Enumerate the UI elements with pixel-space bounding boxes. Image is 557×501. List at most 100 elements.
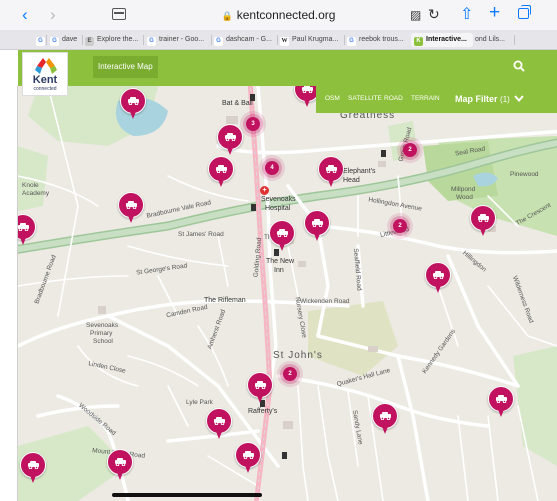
bus-stop-icon (250, 94, 255, 101)
car-icon (243, 451, 254, 459)
kent-logo-mark-icon (35, 58, 57, 74)
car-icon (128, 97, 139, 105)
reader-icon[interactable]: ▨ (410, 8, 421, 22)
car-icon (496, 395, 507, 403)
tab-label: Explore the... (97, 36, 139, 43)
map-label: School (93, 338, 113, 345)
tab-overview-icon[interactable] (518, 5, 531, 19)
map-pin[interactable] (372, 403, 398, 437)
map-label: Inn (274, 267, 284, 274)
logo-word: Kent (32, 74, 58, 86)
map-pin[interactable] (217, 124, 243, 158)
map-pin[interactable] (120, 88, 146, 122)
tab-label: Paul Krugma... (292, 36, 339, 43)
page-title[interactable]: Interactive Map (93, 56, 158, 78)
car-icon (277, 229, 288, 237)
tab-bar: G Gdave E Explore the... Gtrainer - Goo..… (0, 30, 557, 50)
reload-icon[interactable]: ↻ (428, 6, 440, 23)
layer-osm-button[interactable]: OSM (325, 95, 340, 102)
map-pin[interactable] (488, 386, 514, 420)
bus-stop-icon (381, 150, 386, 157)
map-pin[interactable] (118, 192, 144, 226)
map-pin[interactable] (269, 220, 295, 254)
map-pin[interactable] (20, 452, 46, 486)
map-pin[interactable] (107, 449, 133, 483)
cluster-marker[interactable]: 2 (283, 367, 297, 381)
tab-4[interactable]: Gdashcam - G... (214, 33, 274, 47)
map-label: Sevenoaks (86, 322, 119, 329)
tab-8[interactable]: ond Lils... (475, 33, 513, 47)
map-pin[interactable] (425, 262, 451, 296)
map-filter-label: Map Filter (455, 94, 498, 104)
map-pin[interactable] (18, 214, 36, 248)
map-label: Hospital (265, 205, 291, 212)
tab-label: dashcam - G... (226, 36, 272, 43)
browser-toolbar: ‹ › 🔒 kentconnected.org ▨ ↻ ⇧ + (0, 0, 557, 30)
layer-terrain-button[interactable]: TERRAIN (411, 95, 440, 102)
map-label: Primary (90, 330, 113, 337)
map-filter-button[interactable]: Map Filter (1) (455, 94, 525, 104)
car-icon (216, 165, 227, 173)
map-pin[interactable] (470, 205, 496, 239)
bus-stop-icon (282, 452, 287, 459)
layer-satellite-button[interactable]: SATELLITE (348, 95, 382, 102)
cluster-marker[interactable]: 3 (246, 117, 260, 131)
car-icon (28, 461, 39, 469)
map-pin[interactable] (235, 442, 261, 476)
cluster-marker[interactable]: 4 (265, 161, 279, 175)
tab-3[interactable]: Gtrainer - Goo... (147, 33, 210, 47)
car-icon (326, 165, 337, 173)
chevron-down-icon (514, 95, 525, 103)
map-canvas[interactable]: Bat & Ball Greatness Elephant's Head Sea… (18, 86, 557, 501)
map-label: Rafferty's (248, 408, 278, 415)
hospital-icon: + (260, 186, 269, 195)
map-label: St James' Road (178, 231, 224, 238)
car-icon (433, 271, 444, 279)
map-pin[interactable] (208, 156, 234, 190)
kent-connected-logo[interactable]: Kent connected (22, 52, 68, 96)
tab-label: Interactive... (426, 36, 467, 43)
tab-7-active[interactable]: K Interactive... (411, 33, 473, 47)
map-pin[interactable] (318, 156, 344, 190)
map-label: St John's (273, 350, 323, 361)
car-icon (255, 381, 266, 389)
map-label: Academy (22, 190, 50, 197)
map-label: Wickenden Road (300, 298, 350, 305)
google-icon: G (347, 37, 356, 46)
tab-1[interactable]: Gdave (50, 33, 86, 47)
url-text: kentconnected.org (236, 8, 336, 22)
layer-road-button[interactable]: ROAD (384, 95, 403, 102)
tab-6[interactable]: Greebok trous... (347, 33, 407, 47)
map-label: Elephant's (343, 168, 376, 175)
search-icon[interactable] (513, 60, 525, 74)
map-filter-count: (1) (500, 95, 510, 104)
map-label: The Rifleman (204, 297, 246, 304)
tab-2[interactable]: E Explore the... (85, 33, 141, 47)
home-indicator (112, 493, 262, 497)
share-icon[interactable]: ⇧ (460, 4, 473, 24)
map-label: Bat & Ball (222, 100, 253, 107)
map-label: Millpond (451, 186, 476, 193)
tab-5[interactable]: W Paul Krugma... (280, 33, 342, 47)
kent-connected-icon: K (414, 37, 423, 46)
new-tab-icon[interactable]: + (489, 3, 500, 23)
map-label: Lyle Park (186, 399, 213, 406)
map-pin[interactable] (247, 372, 273, 406)
map-label: Pinewood (510, 171, 539, 178)
car-icon (312, 219, 323, 227)
cluster-marker[interactable]: 2 (393, 219, 407, 233)
map-pin[interactable] (206, 408, 232, 442)
map-pin[interactable] (304, 210, 330, 244)
car-icon (126, 201, 137, 209)
explore-icon: E (85, 37, 94, 46)
tab-label: dave (62, 36, 78, 43)
car-icon (214, 417, 225, 425)
address-bar[interactable]: 🔒 kentconnected.org (0, 8, 557, 22)
google-icon: G (214, 37, 223, 46)
map-label: Wood (456, 194, 473, 201)
cluster-marker[interactable]: 2 (403, 143, 417, 157)
car-icon (225, 133, 236, 141)
logo-sub: connected (33, 86, 57, 92)
car-icon (18, 223, 29, 231)
map-label: Sevenoaks (261, 196, 296, 203)
